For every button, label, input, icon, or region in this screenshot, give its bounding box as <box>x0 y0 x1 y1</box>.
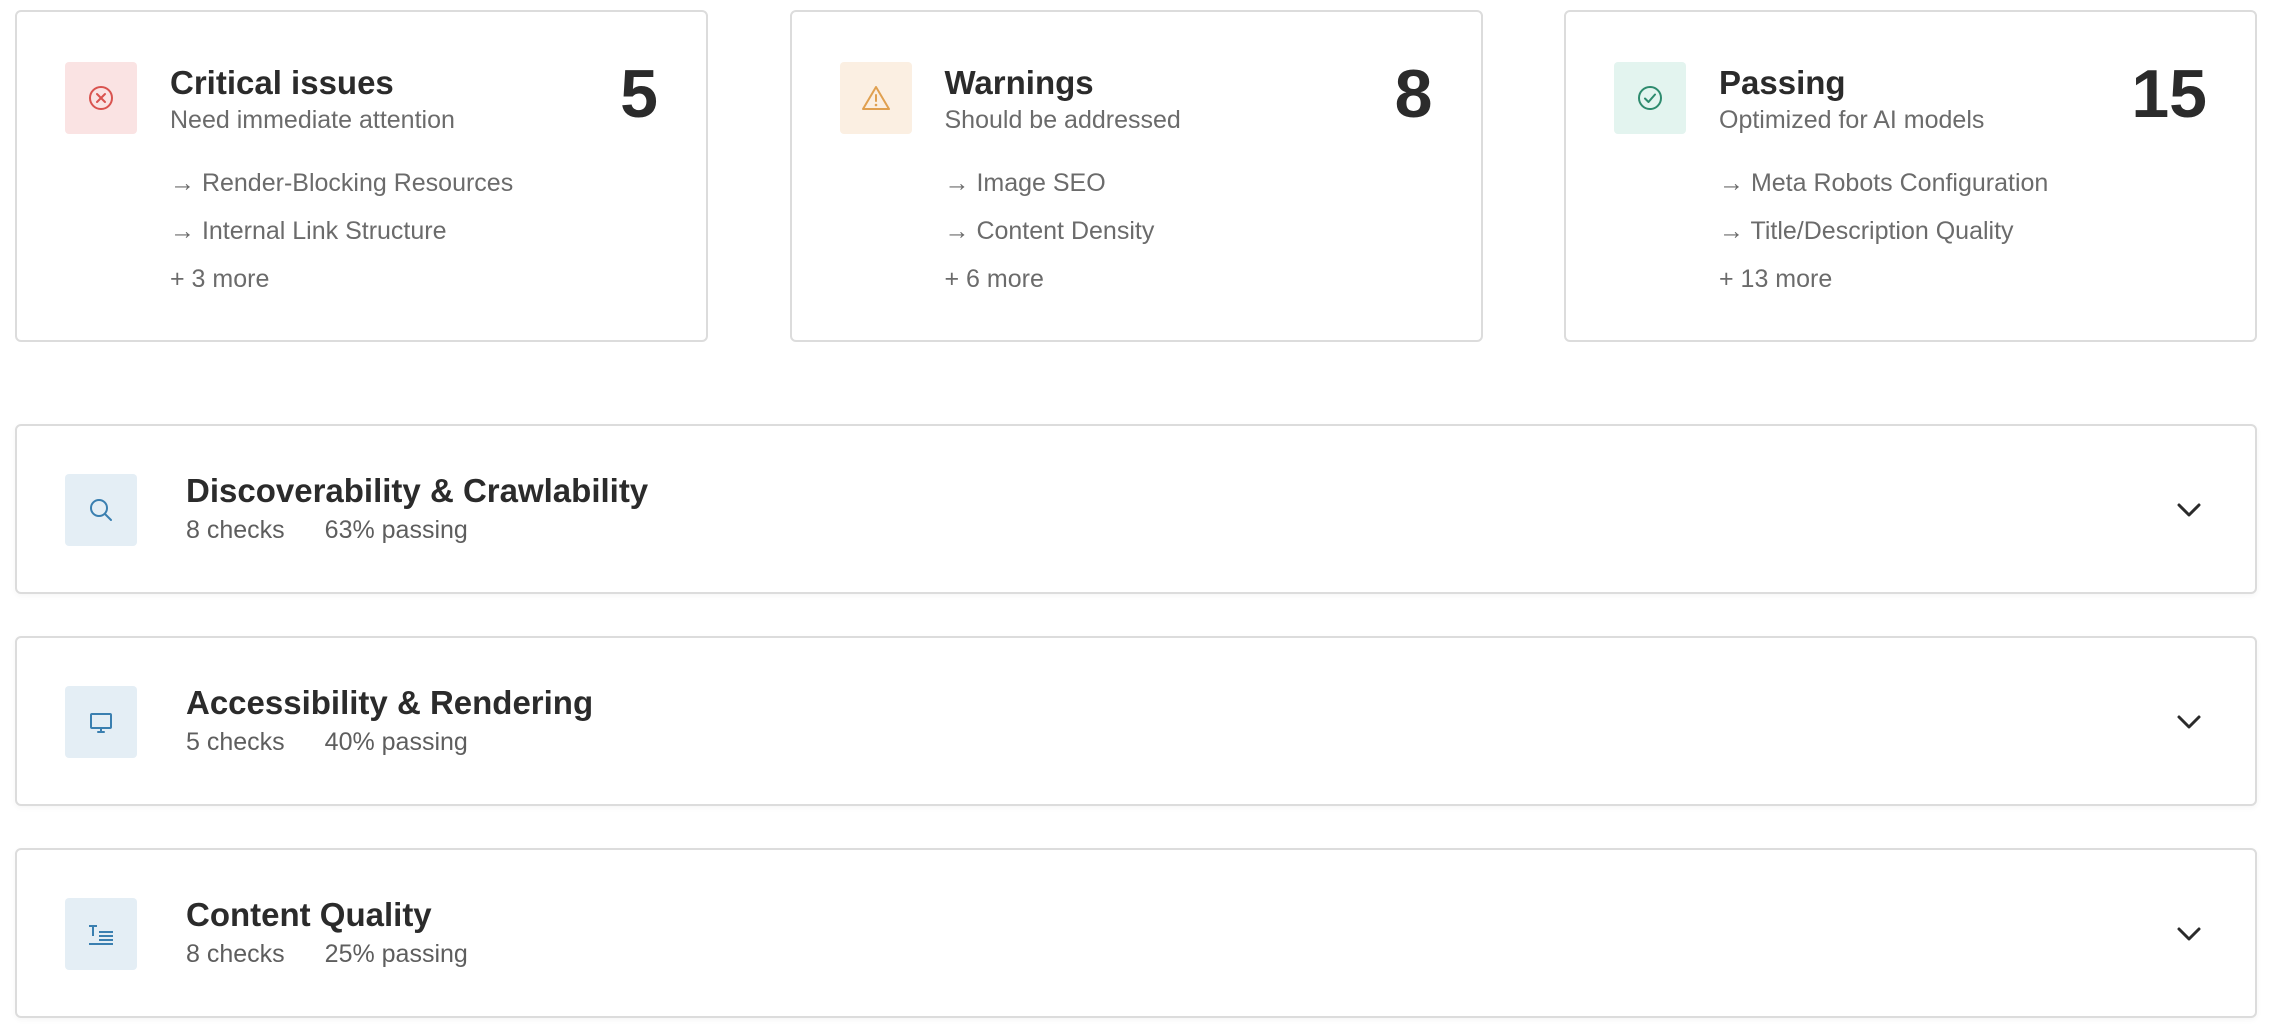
passing-percent: 63% passing <box>324 516 468 544</box>
category-meta: 8 checks 63% passing <box>186 516 468 545</box>
critical-issues-card[interactable]: Critical issues Need immediate attention… <box>15 10 708 342</box>
list-item[interactable]: → Content Density <box>945 216 1155 264</box>
issue-list: → Render-Blocking Resources → Internal L… <box>170 168 513 312</box>
warning-icon-box <box>839 62 912 134</box>
category-meta: 8 checks 25% passing <box>186 940 468 969</box>
card-title: Passing <box>1719 64 1846 101</box>
chevron-down-icon <box>2177 503 2201 517</box>
search-icon <box>90 499 112 521</box>
card-subtitle: Optimized for AI models <box>1719 106 1985 134</box>
category-icon-box <box>65 474 137 546</box>
expand-button[interactable] <box>2171 916 2207 952</box>
passing-card[interactable]: Passing Optimized for AI models 15 → Met… <box>1564 10 2257 342</box>
passing-percent: 40% passing <box>324 728 468 756</box>
passing-list: → Meta Robots Configuration → Title/Desc… <box>1719 168 2048 312</box>
category-accessibility[interactable]: Accessibility & Rendering 5 checks 40% p… <box>15 636 2257 806</box>
check-circle-icon <box>1638 86 1662 110</box>
category-title: Accessibility & Rendering <box>186 684 594 721</box>
more-link[interactable]: + 6 more <box>945 264 1155 312</box>
checks-count: 5 checks <box>186 728 285 756</box>
more-link[interactable]: + 13 more <box>1719 264 2048 312</box>
expand-button[interactable] <box>2171 704 2207 740</box>
warning-triangle-icon <box>861 86 890 110</box>
card-subtitle: Need immediate attention <box>170 106 455 134</box>
list-item[interactable]: → Image SEO <box>945 168 1155 216</box>
checks-count: 8 checks <box>186 940 285 968</box>
card-title: Warnings <box>944 64 1094 101</box>
chevron-down-icon <box>2177 927 2201 941</box>
category-title: Content Quality <box>186 896 432 933</box>
category-icon-box <box>65 686 137 758</box>
list-item[interactable]: → Render-Blocking Resources <box>170 168 513 216</box>
category-content-quality[interactable]: Content Quality 8 checks 25% passing <box>15 848 2257 1018</box>
expand-button[interactable] <box>2171 492 2207 528</box>
warnings-card[interactable]: Warnings Should be addressed 8 → Image S… <box>789 10 1483 342</box>
more-link[interactable]: + 3 more <box>170 264 513 312</box>
category-icon-box <box>65 898 137 970</box>
critical-icon-box <box>65 62 137 134</box>
category-title: Discoverability & Crawlability <box>186 472 649 509</box>
category-meta: 5 checks 40% passing <box>186 728 468 757</box>
chevron-down-icon <box>2177 715 2201 729</box>
passing-percent: 25% passing <box>324 940 468 968</box>
passing-icon-box <box>1614 62 1686 134</box>
card-subtitle: Should be addressed <box>944 106 1181 134</box>
card-title: Critical issues <box>170 64 394 101</box>
list-item[interactable]: → Meta Robots Configuration <box>1719 168 2048 216</box>
warning-count: 8 <box>1394 56 1433 132</box>
list-item[interactable]: → Internal Link Structure <box>170 216 513 264</box>
category-discoverability[interactable]: Discoverability & Crawlability 8 checks … <box>15 424 2257 594</box>
passing-count: 15 <box>2131 56 2207 132</box>
warning-list: → Image SEO → Content Density + 6 more <box>945 168 1155 312</box>
x-circle-icon <box>89 86 113 110</box>
list-item[interactable]: → Title/Description Quality <box>1719 216 2048 264</box>
monitor-icon <box>90 713 112 733</box>
summary-row: Critical issues Need immediate attention… <box>15 10 2257 342</box>
issue-count: 5 <box>620 56 658 132</box>
checks-count: 8 checks <box>186 516 285 544</box>
text-content-icon <box>89 925 113 945</box>
